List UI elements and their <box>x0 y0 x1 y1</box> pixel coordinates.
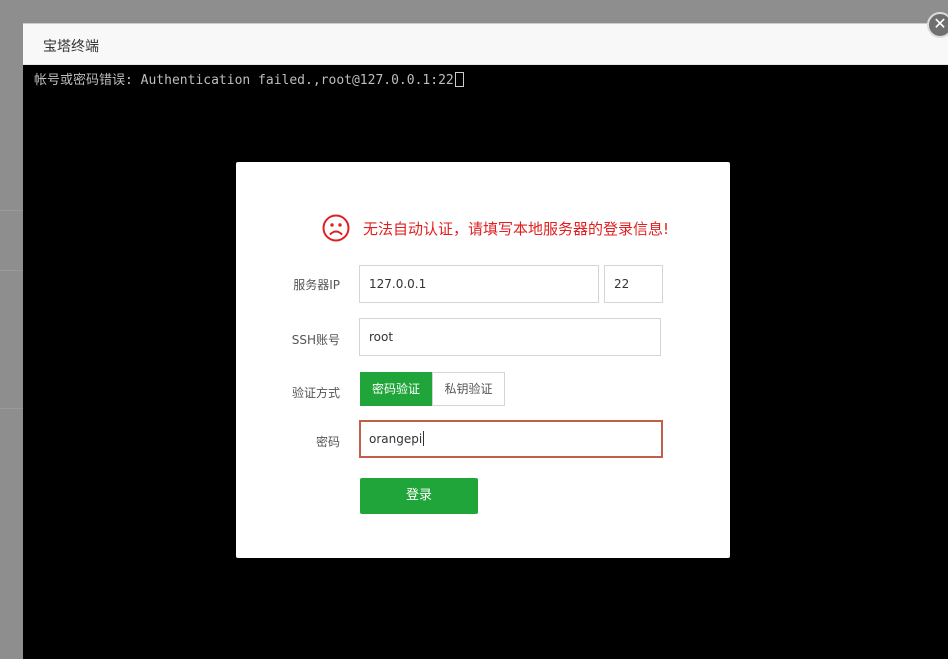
password-input[interactable]: orangepi <box>359 420 663 458</box>
password-label: 密码 <box>315 435 340 449</box>
warning-row: 无法自动认证，请填写本地服务器的登录信息! <box>322 214 669 242</box>
sad-face-icon <box>322 214 350 242</box>
ssh-account-value: root <box>369 330 394 344</box>
key-auth-tab[interactable]: 私钥验证 <box>432 372 505 406</box>
backdrop-divider <box>0 270 23 271</box>
terminal-error-text: 帐号或密码错误: Authentication failed.,root@127… <box>34 73 454 88</box>
backdrop-divider <box>0 210 23 211</box>
login-button[interactable]: 登录 <box>360 478 478 514</box>
backdrop-divider <box>0 408 23 409</box>
dialog-title: 宝塔终端 <box>43 39 99 55</box>
auth-method-label: 验证方式 <box>291 386 340 400</box>
close-icon: ✕ <box>933 14 947 33</box>
server-ip-label: 服务器IP <box>293 278 340 292</box>
password-value: orangepi <box>369 432 423 446</box>
text-caret <box>423 431 425 446</box>
warning-message: 无法自动认证，请填写本地服务器的登录信息! <box>363 219 670 238</box>
terminal-cursor <box>454 72 464 87</box>
password-auth-tab[interactable]: 密码验证 <box>360 372 432 406</box>
ssh-account-label: SSH账号 <box>291 333 340 347</box>
ssh-account-input[interactable]: root <box>359 318 661 356</box>
terminal-output: 帐号或密码错误: Authentication failed.,root@127… <box>34 69 464 88</box>
server-ip-value: 127.0.0.1 <box>369 277 427 291</box>
dialog-header: 宝塔终端 <box>23 24 948 65</box>
close-button[interactable]: ✕ <box>927 12 948 38</box>
server-ip-input[interactable]: 127.0.0.1 <box>359 265 599 303</box>
port-value: 22 <box>614 277 630 291</box>
login-panel: 无法自动认证，请填写本地服务器的登录信息! 服务器IP 127.0.0.1 22… <box>236 162 730 558</box>
port-input[interactable]: 22 <box>604 265 663 303</box>
